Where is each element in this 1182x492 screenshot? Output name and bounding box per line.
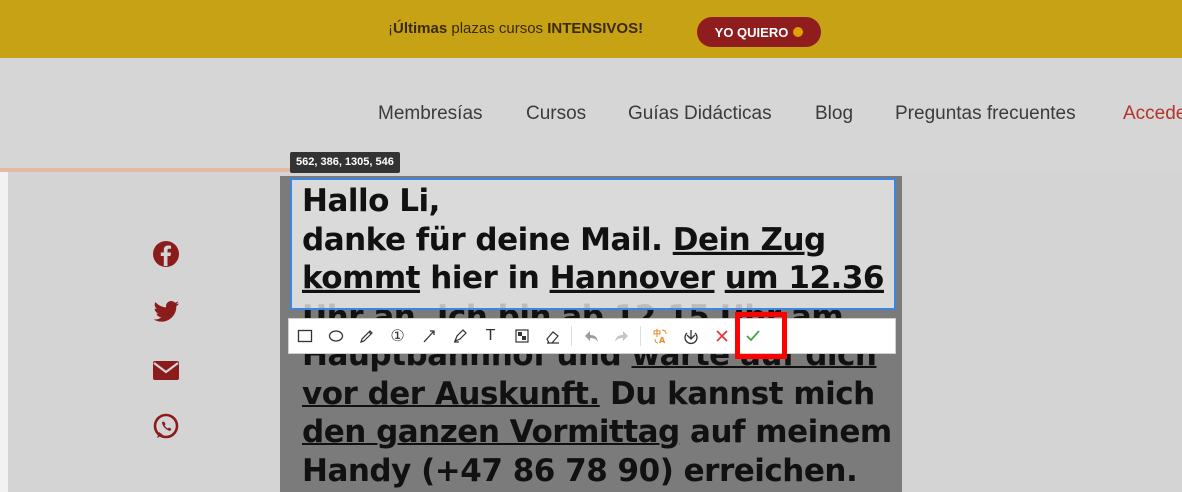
cancel-icon[interactable] bbox=[706, 319, 737, 353]
yo-quiero-button[interactable]: YO QUIERO bbox=[697, 17, 821, 47]
capture-toolbar: ① T 中A bbox=[288, 318, 896, 354]
left-strip bbox=[0, 172, 8, 492]
letter-line: Handy (+47 86 78 90) erreichen. bbox=[302, 452, 858, 489]
toolbar-divider bbox=[640, 326, 641, 346]
twitter-icon[interactable] bbox=[150, 295, 182, 327]
selection-coordinates: 562, 386, 1305, 546 bbox=[290, 152, 400, 173]
save-download-icon[interactable] bbox=[675, 319, 706, 353]
eraser-tool-icon[interactable] bbox=[537, 319, 568, 353]
email-icon[interactable] bbox=[150, 354, 182, 386]
banner-text: ¡Últimas plazas cursos INTENSIVOS! bbox=[388, 20, 644, 37]
undo-icon[interactable] bbox=[575, 319, 606, 353]
pen-tool-icon[interactable] bbox=[351, 319, 382, 353]
ellipse-tool-icon[interactable] bbox=[320, 319, 351, 353]
facebook-icon[interactable] bbox=[150, 238, 182, 270]
selected-letter-text: Hallo Li, danke für deine Mail. Dein Zug… bbox=[302, 182, 892, 308]
nav-accede[interactable]: Accede bbox=[1123, 103, 1182, 125]
letter-line: danke für deine Mail. Dein Zug bbox=[302, 221, 826, 258]
number-tool-icon[interactable]: ① bbox=[382, 319, 413, 353]
translate-icon[interactable]: 中A bbox=[644, 319, 675, 353]
nav-preguntas[interactable]: Preguntas frecuentes bbox=[895, 103, 1076, 125]
letter-line: den ganzen Vormittag auf meinem bbox=[302, 414, 892, 450]
letter-line: Hallo Li, bbox=[302, 183, 440, 219]
main-nav: Membresías Cursos Guías Didácticas Blog … bbox=[0, 58, 1182, 168]
letter-line: kommt hier in Hannover um 12.36 bbox=[302, 260, 884, 296]
toolbar-divider bbox=[571, 326, 572, 346]
text-tool-icon[interactable]: T bbox=[475, 319, 506, 353]
redo-icon[interactable] bbox=[606, 319, 637, 353]
highlight-frame bbox=[735, 312, 787, 359]
letter-line: vor der Auskunft. Du kannst mich bbox=[302, 375, 875, 412]
nav-guias[interactable]: Guías Didácticas bbox=[628, 103, 772, 125]
mosaic-tool-icon[interactable] bbox=[506, 319, 537, 353]
whatsapp-icon[interactable] bbox=[150, 411, 182, 443]
marker-tool-icon[interactable] bbox=[444, 319, 475, 353]
dot-icon bbox=[793, 27, 804, 37]
rectangle-tool-icon[interactable] bbox=[289, 319, 320, 353]
arrow-tool-icon[interactable] bbox=[413, 319, 444, 353]
svg-text:A: A bbox=[659, 336, 666, 345]
promo-banner: ¡Últimas plazas cursos INTENSIVOS! YO QU… bbox=[0, 0, 1182, 58]
nav-membresias[interactable]: Membresías bbox=[378, 103, 483, 125]
nav-blog[interactable]: Blog bbox=[815, 103, 853, 125]
nav-cursos[interactable]: Cursos bbox=[526, 103, 586, 125]
